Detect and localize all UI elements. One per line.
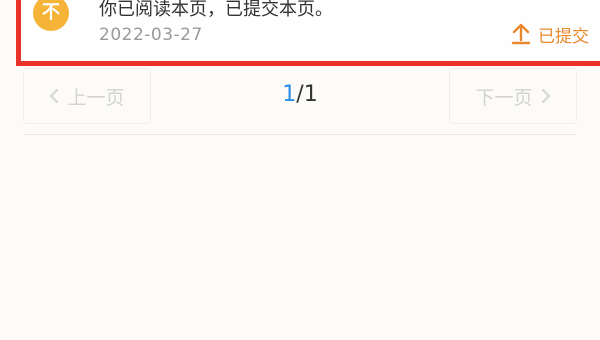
record-date: 2022-03-27 — [99, 25, 203, 45]
record-title: 你已阅读本页，已提交本页。 — [99, 0, 333, 20]
current-page-number: 1 — [282, 82, 297, 107]
next-page-label: 下一页 — [475, 86, 533, 109]
record-avatar: 不 — [33, 0, 69, 31]
record-status-label: 已提交 — [538, 26, 589, 47]
record-status-badge: 已提交 — [510, 21, 589, 47]
next-page-button[interactable]: 下一页 — [449, 68, 577, 124]
upload-icon — [511, 23, 531, 45]
chevron-right-icon — [541, 89, 550, 103]
submission-record-card[interactable]: 不 你已阅读本页，已提交本页。 2022-03-27 已提交 — [16, 0, 600, 66]
pagination-bar: 上一页 1/1 下一页 — [23, 68, 577, 135]
page-separator: / — [296, 82, 304, 107]
total-pages-number: 1 — [303, 82, 318, 107]
